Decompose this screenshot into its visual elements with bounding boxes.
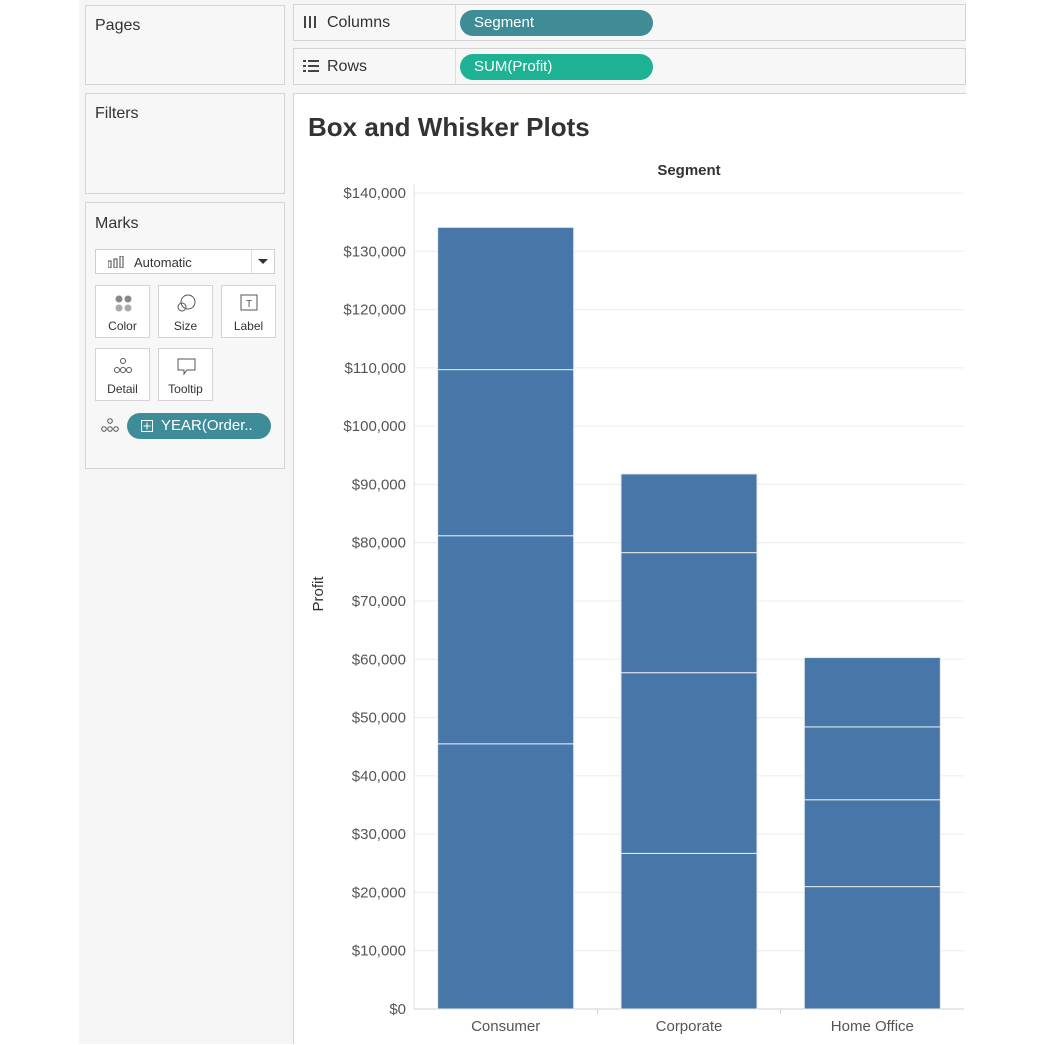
label-button[interactable]: T Label	[221, 285, 276, 338]
y-tick-label: $10,000	[352, 943, 406, 960]
y-tick-label: $90,000	[352, 476, 406, 493]
y-tick-label: $130,000	[343, 243, 406, 260]
svg-text:T: T	[246, 299, 252, 310]
left-panel: Pages Filters Marks Automatic Color Size…	[79, 0, 293, 1044]
filters-title: Filters	[95, 105, 139, 122]
mark-type-value: Automatic	[134, 255, 192, 270]
label-label: Label	[233, 319, 264, 333]
marks-card: Marks Automatic Color Size T Label Detai…	[85, 202, 285, 469]
x-tick-label: Home Office	[831, 1018, 914, 1035]
rows-icon	[303, 60, 319, 72]
tooltip-icon	[177, 358, 196, 376]
bar-segment	[437, 535, 575, 745]
filters-card[interactable]: Filters	[85, 93, 285, 194]
color-icon	[115, 295, 132, 312]
color-button[interactable]: Color	[95, 285, 150, 338]
marks-title: Marks	[95, 215, 139, 232]
y-tick-label: $0	[389, 1001, 406, 1018]
x-tick-label: Corporate	[656, 1018, 723, 1035]
detail-label: Detail	[107, 382, 138, 396]
columns-icon	[304, 16, 316, 28]
bar-segment	[620, 552, 758, 674]
detail-icon	[114, 358, 132, 373]
rows-label: Rows	[327, 58, 368, 75]
y-tick-label: $110,000	[345, 360, 406, 377]
chevron-down-icon[interactable]	[251, 250, 274, 273]
bar-segment	[437, 226, 575, 371]
bar-segment	[803, 726, 941, 801]
tooltip-label: Tooltip	[168, 382, 203, 396]
y-tick-label: $80,000	[352, 535, 406, 552]
y-tick-label: $120,000	[343, 302, 406, 319]
y-tick-label: $140,000	[343, 185, 406, 202]
y-axis-label: Profit	[310, 576, 327, 612]
y-tick-label: $30,000	[352, 826, 406, 843]
bar-segment	[620, 672, 758, 854]
bar-chart-icon	[108, 256, 124, 268]
size-label: Size	[173, 319, 198, 333]
column-header: Segment	[657, 162, 720, 179]
y-tick-label: $50,000	[352, 710, 406, 727]
pages-title: Pages	[95, 17, 141, 34]
size-icon	[177, 294, 196, 312]
box-whisker-chart: Segment Profit $0 $10,000 $20,000 $30,000 $4…	[310, 162, 964, 1035]
detail-field-pill[interactable]: YEAR(Order..	[127, 413, 271, 439]
bar-segment	[437, 743, 575, 1010]
profit-pill[interactable]: SUM(Profit)	[460, 54, 653, 80]
label-icon: T	[240, 294, 258, 311]
bar-segment	[437, 369, 575, 537]
detail-button[interactable]: Detail	[95, 348, 150, 401]
tableau-workspace: Pages Filters Marks Automatic Color Size…	[79, 0, 966, 1044]
color-label: Color	[108, 319, 137, 333]
bar-segment	[803, 799, 941, 888]
expand-icon[interactable]	[141, 420, 153, 432]
y-tick-label: $60,000	[352, 651, 406, 668]
detail-icon	[101, 418, 119, 432]
x-tick-label: Consumer	[471, 1018, 540, 1035]
detail-pill-label: YEAR(Order..	[161, 417, 253, 434]
bar-segment	[803, 886, 941, 1010]
y-tick-label: $70,000	[352, 593, 406, 610]
y-tick-label: $40,000	[352, 768, 406, 785]
y-tick-label: $20,000	[352, 884, 406, 901]
bar-segment	[803, 657, 941, 728]
y-tick-label: $100,000	[343, 418, 406, 435]
chart-view: Box and Whisker Plots Segment Profit $0 $…	[293, 93, 966, 1044]
tooltip-button[interactable]: Tooltip	[158, 348, 213, 401]
rows-shelf: Rows SUM(Profit)	[293, 48, 966, 85]
columns-shelf: Columns Segment	[293, 4, 966, 41]
shelf-divider	[455, 49, 456, 84]
size-button[interactable]: Size	[158, 285, 213, 338]
bar-segment	[620, 852, 758, 1010]
bar-segment	[620, 473, 758, 554]
pages-card[interactable]: Pages	[85, 5, 285, 85]
columns-label: Columns	[327, 14, 391, 31]
shelf-divider	[455, 5, 456, 40]
mark-type-select[interactable]: Automatic	[95, 249, 275, 274]
segment-pill[interactable]: Segment	[460, 10, 653, 36]
